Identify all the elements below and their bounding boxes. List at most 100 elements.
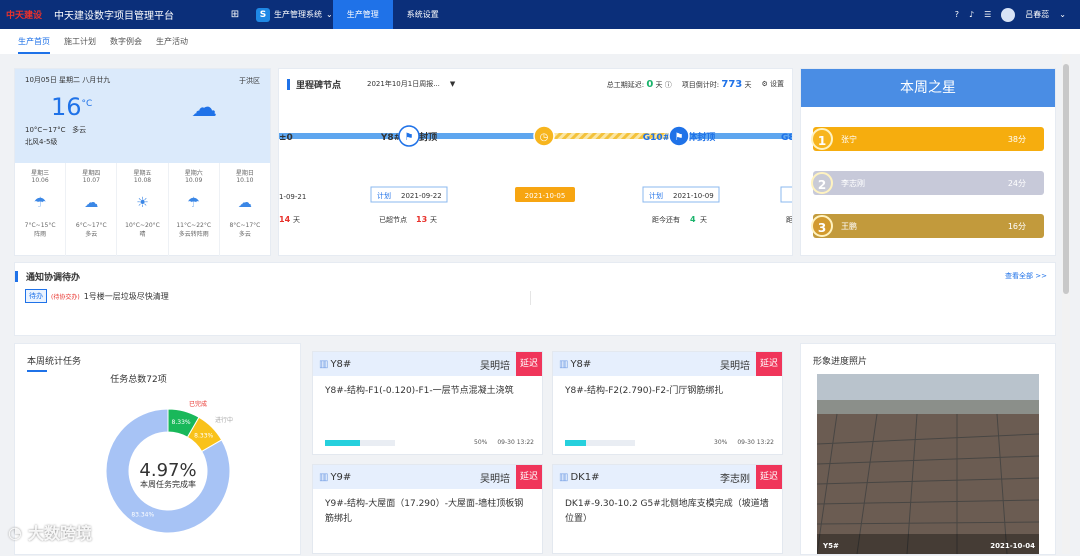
app-grid-icon[interactable]: ⊞ xyxy=(224,9,246,20)
rank-score: 38分 xyxy=(1007,134,1026,144)
tab-digital-meeting[interactable]: 数字例会 xyxy=(110,29,142,54)
forecast-temp: 8°C~17°C xyxy=(229,222,261,229)
forecast-date: 10.09 xyxy=(185,177,203,184)
building-name: Y8# xyxy=(570,358,592,370)
building-icon: ▥ xyxy=(559,471,569,483)
building-icon: ▥ xyxy=(319,471,329,483)
rank-score: 16分 xyxy=(1007,221,1026,231)
divider xyxy=(530,291,531,305)
caret-down-icon[interactable]: ▼ xyxy=(450,80,455,88)
company-logo: 中天建设 xyxy=(6,11,43,21)
building-icon: ▥ xyxy=(319,358,329,370)
building-name: DK1# xyxy=(570,471,600,483)
forecast-temp: 11°C~22°C xyxy=(176,222,212,229)
tab-production-activity[interactable]: 生产活动 xyxy=(156,29,188,54)
menu-icon[interactable]: ☰ xyxy=(984,10,991,19)
tab-construction-plan[interactable]: 施工计划 xyxy=(64,29,96,54)
owner-name: 吴明培 xyxy=(479,473,510,485)
forecast-date: 10.07 xyxy=(82,177,100,184)
progress-fill xyxy=(325,439,360,446)
rain-icon: ☂ xyxy=(33,195,47,211)
work-item-card[interactable]: ▥ DK1# 李志刚 延迟 DK1#-9.30-10.2 G5#北侧地库支模完成… xyxy=(552,464,783,554)
bell-icon[interactable]: ♪ xyxy=(969,10,974,19)
nav-production-management[interactable]: 生产管理 xyxy=(332,0,393,29)
construction-photo[interactable]: Y5# 2021-10-04 xyxy=(817,374,1039,554)
photo-illustration xyxy=(817,374,1039,554)
rank-row-1[interactable]: 1 张宁 38分 xyxy=(811,127,1044,151)
chevron-down-icon: ⌄ xyxy=(326,10,333,19)
progress-percent: 50% xyxy=(474,439,488,446)
section-marker xyxy=(287,78,290,90)
milestone-node-days: 14 xyxy=(279,215,291,224)
system-switcher[interactable]: S 生产管理系统 ⌄ xyxy=(256,0,333,29)
rain-icon: ☂ xyxy=(187,195,200,211)
nav-system-settings[interactable]: 系统设置 xyxy=(393,0,453,29)
help-icon[interactable]: ? xyxy=(955,10,959,19)
view-all-link[interactable]: 查看全部 >> xyxy=(1005,271,1055,281)
todo-tag: 待办 xyxy=(25,289,47,303)
notice-item[interactable]: 待办 (待协交办) 1号楼一层垃圾尽快清理 xyxy=(15,289,1055,303)
chevron-down-icon[interactable]: ⌄ xyxy=(1059,10,1066,19)
weather-card: 10月05日 星期二 八月廿九 于洪区 16°C ☁ 10°C~17°C 多云 … xyxy=(14,68,271,257)
plan-badge xyxy=(780,186,792,203)
cloud-sun-icon: ☁ xyxy=(84,195,99,211)
rank-row-3[interactable]: 3 王鹏 16分 xyxy=(811,214,1044,238)
forecast-date: 10.08 xyxy=(133,177,152,184)
photo-building-tag: Y5# xyxy=(823,542,839,550)
delay-badge: 延迟 xyxy=(755,352,782,376)
silver-medal-icon: 2 xyxy=(811,172,833,194)
page-scrollbar[interactable] xyxy=(1062,54,1070,554)
plan-label: 计划 xyxy=(377,191,391,200)
milestone-node-date: 1-09-21 xyxy=(279,193,306,201)
forecast-desc: 晴 xyxy=(139,231,146,238)
star-title: 本周之星 xyxy=(801,69,1055,107)
work-item-card[interactable]: ▥ Y8# 吴明培 延迟 Y8#-结构-F1(-0.120)-F1-一层节点混凝… xyxy=(312,351,543,455)
milestone-timeline: ±0 1-09-21 14 天 Y8#主体封顶 ⚑ 计划 2021-09-22 … xyxy=(279,125,793,224)
today-date: 2021-10-05 xyxy=(525,192,566,200)
forecast-day: 星期三 10.06 ☂ 7°C~15°C 阵雨 xyxy=(15,163,67,257)
work-description: Y8#-结构-F1(-0.120)-F1-一层节点混凝土浇筑 xyxy=(325,386,514,396)
cloud-sun-icon: ☁ xyxy=(191,93,217,123)
watermark: ◔ 大数跨境 xyxy=(8,520,92,544)
scrollbar-thumb[interactable] xyxy=(1063,64,1069,294)
milestone-node-name: ±0 xyxy=(279,133,293,143)
notice-text: 1号楼一层垃圾尽快清理 xyxy=(83,291,169,301)
work-description: DK1#-9.30-10.2 G5#北侧地库支模完成（坡道墙位置） xyxy=(565,499,769,524)
plan-label: 计划 xyxy=(649,191,663,200)
tab-production-home[interactable]: 生产首页 xyxy=(18,29,50,54)
notice-title: 通知协调待办 xyxy=(26,272,81,283)
milestone-note-suffix: 天 xyxy=(700,216,707,224)
week-report-select[interactable]: 2021年10月1日周报... xyxy=(367,79,440,89)
delay-badge: 延迟 xyxy=(515,465,542,489)
milestone-note-prefix: 已超节点 xyxy=(379,215,407,224)
building-name: Y8# xyxy=(330,358,352,370)
update-time: 09-30 13:22 xyxy=(737,439,774,446)
sub-tabs: 生产首页 施工计划 数字例会 生产活动 xyxy=(0,29,1080,54)
photo-title: 形象进度照片 xyxy=(813,357,868,367)
avatar[interactable] xyxy=(1001,7,1016,22)
forecast-day: 星期日 10.10 ☁ 8°C~17°C 多云 xyxy=(220,163,270,257)
completion-rate: 4.97% xyxy=(139,460,196,481)
completion-label: 本周任务完成率 xyxy=(140,479,196,489)
work-item-card[interactable]: ▥ Y8# 吴明培 延迟 Y8#-结构-F2(2.790)-F2-门厅钢筋绑扎 … xyxy=(552,351,783,455)
progress-percent: 30% xyxy=(714,439,728,446)
system-icon: S xyxy=(256,7,270,22)
forecast-desc: 多云 xyxy=(85,231,98,238)
delay-badge: 延迟 xyxy=(755,465,782,489)
bronze-medal-icon: 3 xyxy=(811,215,833,237)
brand-logo[interactable]: 中天建设 中天建设数字项目管理平台 xyxy=(0,7,220,22)
update-time: 09-30 13:22 xyxy=(497,439,534,446)
user-name[interactable]: 吕春蕊 xyxy=(1025,9,1049,20)
forecast-weekday: 星期四 xyxy=(82,170,101,177)
owner-name: 李志刚 xyxy=(719,473,750,485)
milestone-note-prefix: 距今还有 xyxy=(652,215,680,224)
building-name: Y9# xyxy=(330,471,352,483)
donut-slice-label: 83.34% xyxy=(131,512,154,519)
forecast-desc: 多云转阵雨 xyxy=(178,231,209,238)
rank-row-2[interactable]: 2 李志刚 24分 xyxy=(811,171,1044,195)
work-item-card[interactable]: ▥ Y9# 吴明培 延迟 Y9#-结构-大屋面（17.290）-大屋面-墙柱顶板… xyxy=(312,464,543,554)
milestone-node-name: G8 xyxy=(781,133,793,143)
system-label: 生产管理系统 xyxy=(274,10,322,19)
legend-label-done: 已完成 xyxy=(189,400,207,408)
settings-button[interactable]: ⚙ 设置 xyxy=(761,79,784,89)
